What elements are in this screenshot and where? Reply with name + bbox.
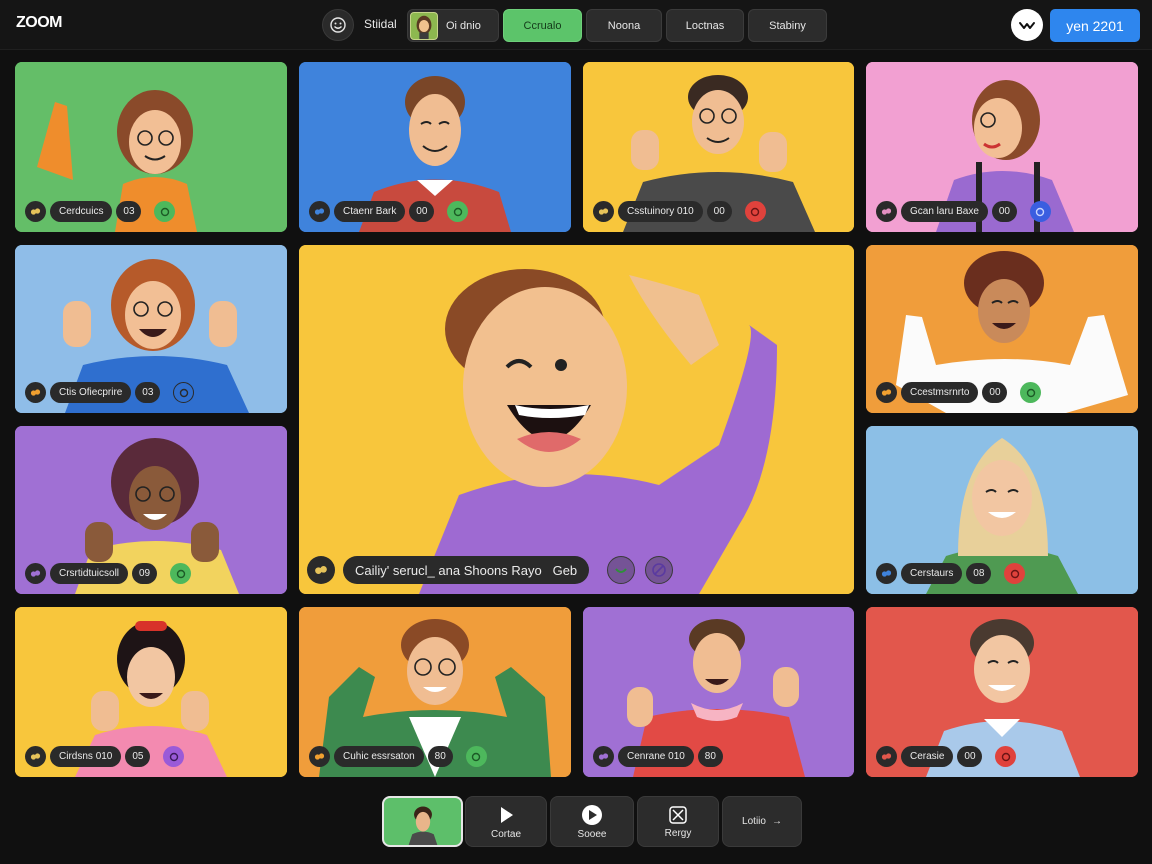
wave-button[interactable] — [1011, 9, 1043, 41]
participant-stat: 05 — [125, 746, 151, 767]
mic-icon[interactable] — [309, 746, 330, 767]
participant-name: Crsrtidtuicsoll — [50, 563, 129, 584]
featured-speaker-name: Cailiy' serucl_ ana Shoons Rayo Geb — [343, 556, 590, 584]
status-icon — [465, 746, 487, 767]
play-icon — [501, 806, 513, 823]
mic-icon[interactable] — [876, 746, 897, 767]
tab-3[interactable]: Loctnas — [666, 9, 744, 42]
participant-stat: 00 — [991, 201, 1017, 222]
participant-stat: 80 — [697, 746, 723, 767]
participant-name: Ccestmsrnrto — [901, 382, 979, 403]
avatar — [410, 11, 438, 40]
participant-tile[interactable]: Cerasie 00 — [866, 607, 1138, 777]
mute-button[interactable] — [645, 556, 674, 584]
mic-icon[interactable] — [876, 382, 897, 403]
status-icon — [1004, 563, 1026, 584]
participant-tile[interactable]: Crsrtidtuicsoll 09 — [15, 426, 287, 594]
tab-4[interactable]: Stabiny — [748, 9, 827, 42]
participant-stat: 08 — [966, 563, 992, 584]
participant-stat: 03 — [135, 382, 161, 403]
share-icon — [582, 804, 602, 825]
mic-icon[interactable] — [25, 382, 46, 403]
mic-icon[interactable] — [876, 563, 897, 584]
participant-name: Cerasie — [901, 746, 954, 767]
status-icon — [995, 746, 1017, 767]
reaction-icon — [669, 805, 687, 824]
mic-icon[interactable] — [876, 201, 897, 222]
participant-name: Ctis Ofiecprire — [50, 382, 132, 403]
participant-name: Cirdsns 010 — [50, 746, 122, 767]
reactions-button[interactable] — [322, 9, 354, 41]
mic-icon[interactable] — [307, 556, 335, 584]
featured-tag: Geb — [552, 562, 578, 578]
participant-stat: 00 — [409, 201, 435, 222]
tab-2[interactable]: Noona — [586, 9, 662, 42]
mic-icon[interactable] — [309, 201, 330, 222]
reactions-menu-button[interactable]: Rergy — [637, 796, 719, 847]
wave-icon — [1019, 22, 1035, 29]
participant-tile[interactable]: Ctis Ofiecprire 03 — [15, 245, 287, 413]
mic-icon[interactable] — [25, 746, 46, 767]
smiley-icon — [330, 17, 346, 33]
participant-stat: 09 — [132, 563, 158, 584]
tab-1[interactable]: Ccrualo — [503, 9, 582, 42]
share-button[interactable]: Sooee — [550, 796, 634, 847]
featured-video — [299, 245, 854, 594]
participant-stat: 00 — [706, 201, 732, 222]
current-user-button[interactable]: Oi dnio — [407, 9, 499, 42]
user-label: Stiidal — [364, 17, 397, 31]
arrow-right-icon: → — [771, 816, 782, 827]
status-icon — [744, 201, 766, 222]
current-user-name: Oi dnio — [446, 19, 481, 32]
self-view-button[interactable] — [382, 796, 463, 847]
participant-tile[interactable]: Cenrane 010 80 — [583, 607, 854, 777]
participant-tile[interactable]: Cerstaurs 08 — [866, 426, 1138, 594]
app-logo: ZOOM — [16, 14, 63, 31]
status-icon — [154, 201, 176, 222]
self-avatar — [408, 806, 437, 845]
participant-tile[interactable]: Gcan laru Baxe 00 — [866, 62, 1138, 232]
mic-icon[interactable] — [25, 563, 46, 584]
participant-name: Csstuinory 010 — [618, 201, 703, 222]
participant-tile[interactable]: Cirdsns 010 05 — [15, 607, 287, 777]
participant-tile[interactable]: Cerdcuics 03 — [15, 62, 287, 232]
featured-speaker-tile[interactable]: Cailiy' serucl_ ana Shoons Rayo Geb — [299, 245, 854, 594]
participant-tile[interactable]: Csstuinory 010 00 — [583, 62, 854, 232]
mic-icon[interactable] — [593, 746, 614, 767]
participant-name: Ctaenr Bark — [334, 201, 406, 222]
participant-name: Cerstaurs — [901, 563, 963, 584]
status-icon — [447, 201, 469, 222]
participant-name: Cenrane 010 — [618, 746, 694, 767]
status-icon — [163, 746, 185, 767]
status-icon — [173, 382, 195, 403]
mic-icon[interactable] — [25, 201, 46, 222]
leave-button[interactable]: Lotiio → — [722, 796, 802, 847]
join-button[interactable]: yen 2201 — [1050, 9, 1140, 42]
participant-name: Cuhic essrsaton — [334, 746, 424, 767]
participant-name: Gcan laru Baxe — [901, 201, 988, 222]
mute-icon — [652, 563, 666, 577]
mic-icon[interactable] — [593, 201, 614, 222]
participant-stat: 00 — [982, 382, 1008, 403]
participant-stat: 00 — [957, 746, 983, 767]
status-icon — [170, 563, 192, 584]
top-bar: ZOOM Stiidal Oi dnio Ccrualo Noona Loctn… — [0, 0, 1152, 50]
participant-stat: 80 — [427, 746, 453, 767]
status-icon — [1029, 201, 1051, 222]
participant-tile[interactable]: Cuhic essrsaton 80 — [299, 607, 571, 777]
participant-stat: 03 — [116, 201, 142, 222]
check-icon — [615, 568, 627, 573]
participant-name: Cerdcuics — [50, 201, 113, 222]
participant-tile[interactable]: Ccestmsrnrto 00 — [866, 245, 1138, 413]
video-button[interactable]: Cortae — [465, 796, 547, 847]
status-icon — [1020, 382, 1042, 403]
check-button[interactable] — [607, 556, 636, 584]
participant-tile[interactable]: Ctaenr Bark 00 — [299, 62, 571, 232]
